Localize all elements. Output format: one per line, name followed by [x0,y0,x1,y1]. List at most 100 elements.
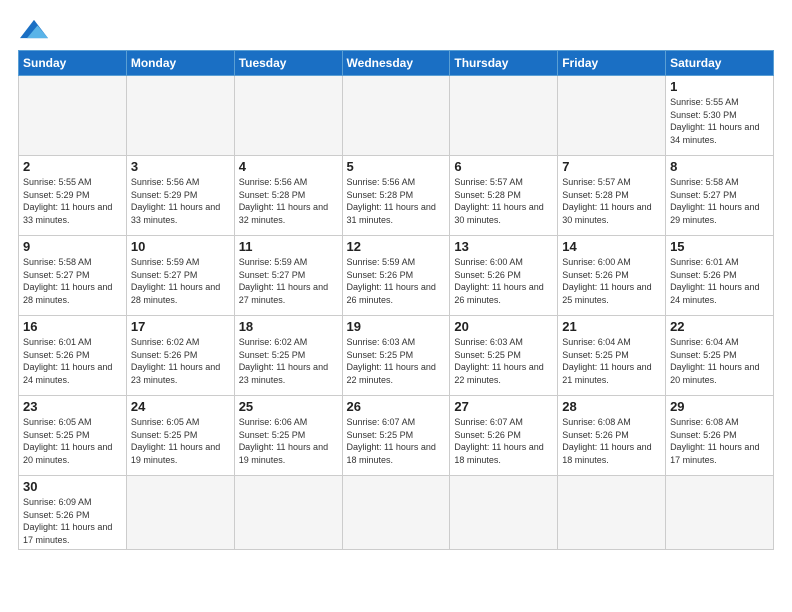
day-info: Sunrise: 5:57 AMSunset: 5:28 PMDaylight:… [562,176,661,226]
day-info: Sunrise: 5:59 AMSunset: 5:27 PMDaylight:… [131,256,230,306]
day-info: Sunrise: 6:04 AMSunset: 5:25 PMDaylight:… [562,336,661,386]
calendar-cell: 22 Sunrise: 6:04 AMSunset: 5:25 PMDayligh… [666,316,774,396]
calendar-cell: 5 Sunrise: 5:56 AMSunset: 5:28 PMDaylight… [342,156,450,236]
day-info: Sunrise: 5:59 AMSunset: 5:26 PMDaylight:… [347,256,446,306]
day-info: Sunrise: 6:04 AMSunset: 5:25 PMDaylight:… [670,336,769,386]
calendar-cell: 30 Sunrise: 6:09 AMSunset: 5:26 PMDayligh… [19,476,127,550]
calendar-cell: 6 Sunrise: 5:57 AMSunset: 5:28 PMDaylight… [450,156,558,236]
logo-icon [20,18,48,40]
day-info: Sunrise: 6:02 AMSunset: 5:26 PMDaylight:… [131,336,230,386]
calendar-cell: 26Sunrise: 6:07 AMSunset: 5:25 PMDayligh… [342,396,450,476]
calendar-cell: 17 Sunrise: 6:02 AMSunset: 5:26 PMDayligh… [126,316,234,396]
day-number: 18 [239,319,338,334]
calendar-cell: 20 Sunrise: 6:03 AMSunset: 5:25 PMDayligh… [450,316,558,396]
day-number: 5 [347,159,446,174]
calendar-cell: 28Sunrise: 6:08 AMSunset: 5:26 PMDayligh… [558,396,666,476]
calendar: Sunday Monday Tuesday Wednesday Thursday… [18,50,774,550]
calendar-cell: 21 Sunrise: 6:04 AMSunset: 5:25 PMDayligh… [558,316,666,396]
calendar-cell: 9Sunrise: 5:58 AMSunset: 5:27 PMDaylight… [19,236,127,316]
day-number: 17 [131,319,230,334]
calendar-week-row: 9Sunrise: 5:58 AMSunset: 5:27 PMDaylight… [19,236,774,316]
day-number: 2 [23,159,122,174]
day-info: Sunrise: 6:07 AMSunset: 5:25 PMDaylight:… [347,416,446,466]
calendar-cell: 18 Sunrise: 6:02 AMSunset: 5:25 PMDayligh… [234,316,342,396]
calendar-cell: 10 Sunrise: 5:59 AMSunset: 5:27 PMDayligh… [126,236,234,316]
day-number: 9 [23,239,122,254]
day-info: Sunrise: 6:06 AMSunset: 5:25 PMDaylight:… [239,416,338,466]
day-number: 25 [239,399,338,414]
day-number: 14 [562,239,661,254]
header-friday: Friday [558,51,666,76]
logo-area [18,18,52,40]
calendar-cell: 13 Sunrise: 6:00 AMSunset: 5:26 PMDayligh… [450,236,558,316]
calendar-week-row: 2 Sunrise: 5:55 AMSunset: 5:29 PMDaylight… [19,156,774,236]
day-info: Sunrise: 6:00 AMSunset: 5:26 PMDaylight:… [454,256,553,306]
calendar-cell: 3 Sunrise: 5:56 AMSunset: 5:29 PMDaylight… [126,156,234,236]
calendar-cell: 15Sunrise: 6:01 AMSunset: 5:26 PMDayligh… [666,236,774,316]
header-sunday: Sunday [19,51,127,76]
day-info: Sunrise: 5:57 AMSunset: 5:28 PMDaylight:… [454,176,553,226]
calendar-week-row: 16 Sunrise: 6:01 AMSunset: 5:26 PMDayligh… [19,316,774,396]
calendar-cell [450,476,558,550]
header-saturday: Saturday [666,51,774,76]
calendar-cell: 16 Sunrise: 6:01 AMSunset: 5:26 PMDayligh… [19,316,127,396]
day-info: Sunrise: 6:09 AMSunset: 5:26 PMDaylight:… [23,496,122,546]
day-info: Sunrise: 6:05 AMSunset: 5:25 PMDaylight:… [131,416,230,466]
calendar-cell [558,76,666,156]
day-number: 16 [23,319,122,334]
day-info: Sunrise: 5:58 AMSunset: 5:27 PMDaylight:… [670,176,769,226]
calendar-cell: 7Sunrise: 5:57 AMSunset: 5:28 PMDaylight… [558,156,666,236]
header-tuesday: Tuesday [234,51,342,76]
weekday-header-row: Sunday Monday Tuesday Wednesday Thursday… [19,51,774,76]
calendar-cell [19,76,127,156]
day-number: 23 [23,399,122,414]
calendar-cell [558,476,666,550]
calendar-week-row: 1 Sunrise: 5:55 AMSunset: 5:30 PMDaylight… [19,76,774,156]
day-info: Sunrise: 5:55 AMSunset: 5:30 PMDaylight:… [670,96,769,146]
calendar-cell [234,476,342,550]
day-info: Sunrise: 5:56 AMSunset: 5:29 PMDaylight:… [131,176,230,226]
calendar-week-row: 23 Sunrise: 6:05 AMSunset: 5:25 PMDayligh… [19,396,774,476]
calendar-cell: 19Sunrise: 6:03 AMSunset: 5:25 PMDayligh… [342,316,450,396]
day-number: 30 [23,479,122,494]
calendar-cell: 24Sunrise: 6:05 AMSunset: 5:25 PMDayligh… [126,396,234,476]
header-wednesday: Wednesday [342,51,450,76]
day-info: Sunrise: 6:01 AMSunset: 5:26 PMDaylight:… [23,336,122,386]
day-info: Sunrise: 6:01 AMSunset: 5:26 PMDaylight:… [670,256,769,306]
day-number: 19 [347,319,446,334]
day-info: Sunrise: 5:59 AMSunset: 5:27 PMDaylight:… [239,256,338,306]
calendar-cell [666,476,774,550]
page: Sunday Monday Tuesday Wednesday Thursday… [0,0,792,560]
calendar-cell: 27Sunrise: 6:07 AMSunset: 5:26 PMDayligh… [450,396,558,476]
calendar-cell [234,76,342,156]
header-thursday: Thursday [450,51,558,76]
day-number: 22 [670,319,769,334]
calendar-cell: 12 Sunrise: 5:59 AMSunset: 5:26 PMDayligh… [342,236,450,316]
calendar-cell [342,476,450,550]
day-number: 20 [454,319,553,334]
day-info: Sunrise: 6:00 AMSunset: 5:26 PMDaylight:… [562,256,661,306]
calendar-cell: 25 Sunrise: 6:06 AMSunset: 5:25 PMDayligh… [234,396,342,476]
day-info: Sunrise: 6:02 AMSunset: 5:25 PMDaylight:… [239,336,338,386]
calendar-week-row: 30 Sunrise: 6:09 AMSunset: 5:26 PMDayligh… [19,476,774,550]
calendar-cell: 4Sunrise: 5:56 AMSunset: 5:28 PMDaylight… [234,156,342,236]
day-info: Sunrise: 5:56 AMSunset: 5:28 PMDaylight:… [347,176,446,226]
calendar-cell: 2 Sunrise: 5:55 AMSunset: 5:29 PMDaylight… [19,156,127,236]
day-number: 21 [562,319,661,334]
day-info: Sunrise: 5:55 AMSunset: 5:29 PMDaylight:… [23,176,122,226]
header [18,18,774,40]
day-number: 1 [670,79,769,94]
day-number: 29 [670,399,769,414]
day-info: Sunrise: 6:03 AMSunset: 5:25 PMDaylight:… [454,336,553,386]
day-number: 13 [454,239,553,254]
calendar-cell [126,476,234,550]
calendar-cell [450,76,558,156]
day-number: 28 [562,399,661,414]
logo [18,18,52,40]
day-number: 6 [454,159,553,174]
day-info: Sunrise: 6:05 AMSunset: 5:25 PMDaylight:… [23,416,122,466]
calendar-cell: 1 Sunrise: 5:55 AMSunset: 5:30 PMDaylight… [666,76,774,156]
day-number: 12 [347,239,446,254]
day-number: 3 [131,159,230,174]
day-number: 10 [131,239,230,254]
